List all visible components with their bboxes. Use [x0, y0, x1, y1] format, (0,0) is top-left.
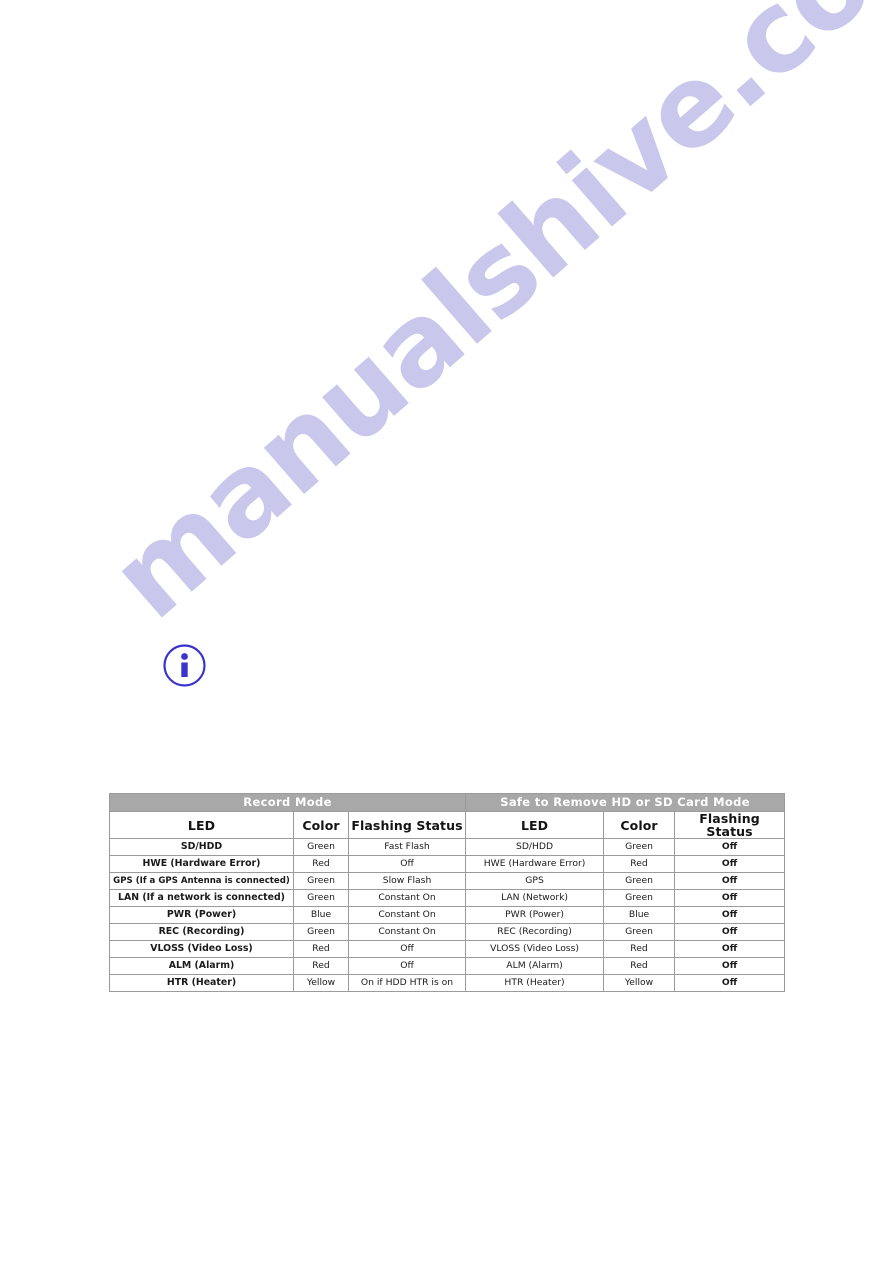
cell-left-color: Green [293, 838, 349, 857]
cell-left-led: LAN (If a network is connected) [109, 889, 294, 908]
cell-left-status: Slow Flash [347, 872, 467, 891]
cell-left-status: Off [347, 855, 467, 874]
cell-left-color: Red [293, 957, 349, 976]
table-row: REC (Recording) Green Constant On REC (R… [109, 923, 786, 942]
table-row: ALM (Alarm) Red Off ALM (Alarm) Red Off [109, 957, 786, 976]
cell-right-led: SD/HDD [465, 838, 605, 857]
cell-left-status: Fast Flash [347, 838, 467, 857]
cell-left-led: REC (Recording) [109, 923, 294, 942]
cell-left-status: Constant On [347, 906, 467, 925]
cell-left-status: Constant On [347, 923, 467, 942]
cell-left-status: Off [347, 957, 467, 976]
document-page: manualshive.com Record Mode Safe to Remo… [0, 0, 893, 1263]
cell-right-led: GPS [465, 872, 605, 891]
watermark-text: manualshive.com [87, 0, 893, 645]
cell-right-status: Off [674, 957, 786, 976]
cell-right-color: Blue [603, 906, 676, 925]
header-right-led: LED [465, 810, 605, 840]
cell-left-color: Green [293, 872, 349, 891]
cell-left-led: HTR (Heater) [109, 974, 294, 993]
cell-right-status: Off [674, 855, 786, 874]
cell-left-led: SD/HDD [109, 838, 294, 857]
cell-right-led: HTR (Heater) [465, 974, 605, 993]
cell-right-led: REC (Recording) [465, 923, 605, 942]
cell-right-color: Green [603, 889, 676, 908]
watermark: manualshive.com [87, 0, 893, 810]
info-circle-icon [162, 643, 207, 688]
cell-right-status: Off [674, 974, 786, 993]
cell-left-led: GPS (If a GPS Antenna is connected) [109, 872, 294, 891]
table-row: LAN (If a network is connected) Green Co… [109, 889, 786, 908]
cell-right-color: Red [603, 957, 676, 976]
cell-right-status: Off [674, 923, 786, 942]
header-left-flashing-status: Flashing Status [347, 810, 467, 840]
cell-left-status: On if HDD HTR is on [347, 974, 467, 993]
table-banner-row: Record Mode Safe to Remove HD or SD Card… [108, 793, 786, 812]
cell-right-color: Yellow [603, 974, 676, 993]
banner-safe-remove-mode: Safe to Remove HD or SD Card Mode [465, 793, 786, 812]
table-row: VLOSS (Video Loss) Red Off VLOSS (Video … [109, 940, 786, 959]
table-header-row: LED Color Flashing Status LED Color Flas… [109, 810, 786, 840]
table-row: PWR (Power) Blue Constant On PWR (Power)… [109, 906, 786, 925]
header-right-color: Color [603, 810, 676, 840]
cell-right-color: Red [603, 855, 676, 874]
led-status-table: Record Mode Safe to Remove HD or SD Card… [108, 793, 786, 993]
banner-record-mode: Record Mode [108, 793, 467, 812]
cell-right-status: Off [674, 838, 786, 857]
cell-left-led: PWR (Power) [109, 906, 294, 925]
table-row: SD/HDD Green Fast Flash SD/HDD Green Off [109, 838, 786, 857]
header-left-led: LED [109, 810, 294, 840]
cell-left-color: Green [293, 889, 349, 908]
cell-left-status: Off [347, 940, 467, 959]
header-left-color: Color [293, 810, 349, 840]
cell-right-status: Off [674, 906, 786, 925]
cell-left-led: ALM (Alarm) [109, 957, 294, 976]
cell-right-color: Red [603, 940, 676, 959]
cell-right-led: LAN (Network) [465, 889, 605, 908]
cell-right-led: PWR (Power) [465, 906, 605, 925]
table-row: GPS (If a GPS Antenna is connected) Gree… [109, 872, 786, 891]
cell-right-led: VLOSS (Video Loss) [465, 940, 605, 959]
cell-right-color: Green [603, 838, 676, 857]
cell-left-color: Red [293, 940, 349, 959]
cell-left-color: Blue [293, 906, 349, 925]
cell-right-color: Green [603, 872, 676, 891]
cell-left-color: Green [293, 923, 349, 942]
cell-right-led: HWE (Hardware Error) [465, 855, 605, 874]
cell-right-status: Off [674, 889, 786, 908]
table-row: HWE (Hardware Error) Red Off HWE (Hardwa… [109, 855, 786, 874]
table-row: HTR (Heater) Yellow On if HDD HTR is on … [109, 974, 786, 993]
cell-right-led: ALM (Alarm) [465, 957, 605, 976]
cell-right-status: Off [674, 940, 786, 959]
cell-left-led: HWE (Hardware Error) [109, 855, 294, 874]
cell-right-color: Green [603, 923, 676, 942]
cell-left-color: Yellow [293, 974, 349, 993]
header-right-flashing-status: Flashing Status [674, 810, 786, 840]
cell-left-color: Red [293, 855, 349, 874]
led-status-table-container: Record Mode Safe to Remove HD or SD Card… [108, 793, 786, 993]
cell-left-led: VLOSS (Video Loss) [109, 940, 294, 959]
cell-left-status: Constant On [347, 889, 467, 908]
cell-right-status: Off [674, 872, 786, 891]
